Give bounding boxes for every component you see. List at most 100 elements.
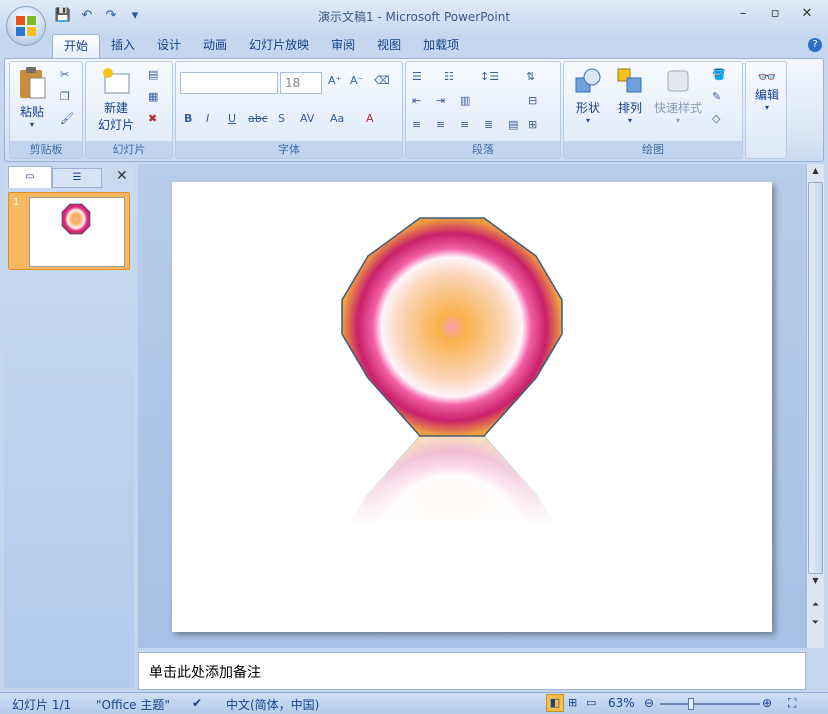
scroll-up-icon[interactable]: ▲ [808,166,823,180]
tab-addins[interactable]: 加载项 [412,34,470,58]
notes-placeholder[interactable]: 单击此处添加备注 [149,662,261,682]
shape-outline-icon[interactable]: ✎ [712,90,721,103]
font-size-dropdown[interactable]: 18 [280,72,322,94]
help-icon[interactable]: ? [808,38,822,52]
arrange-button[interactable]: 排列 ▾ [610,66,650,125]
increase-indent-icon[interactable]: ⇥ [436,94,445,107]
reset-icon[interactable]: ▦ [148,90,158,103]
decagon-shape[interactable] [172,182,772,655]
format-painter-icon[interactable]: 🖌 [60,112,74,125]
layout-icon[interactable]: ▤ [148,68,158,81]
tab-review[interactable]: 审阅 [320,34,366,58]
customize-qat-icon[interactable]: ▾ [126,8,144,23]
redo-icon[interactable]: ↷ [102,8,120,23]
maximize-button[interactable]: ▫ [762,6,788,24]
align-right-icon[interactable]: ≡ [460,118,469,131]
shape-fill-icon[interactable]: 🪣 [712,68,726,81]
close-button[interactable]: ✕ [794,6,820,24]
smartart-icon[interactable]: ⊞ [528,118,537,131]
group-label-drawing: 绘图 [564,141,742,158]
office-button[interactable] [6,6,46,46]
char-spacing-icon[interactable]: AV [300,112,314,125]
tab-insert[interactable]: 插入 [100,34,146,58]
distribute-icon[interactable]: ▤ [508,118,518,131]
group-font: 18 A⁺ A⁻ ⌫ B I U abc S AV Aa A 字体 [175,61,403,159]
font-name-dropdown[interactable] [180,72,278,94]
delete-slide-icon[interactable]: ✖ [148,112,157,125]
ribbon-tabs: 开始 插入 设计 动画 幻灯片放映 审阅 视图 加载项 [52,34,470,58]
tab-view[interactable]: 视图 [366,34,412,58]
tab-animation[interactable]: 动画 [192,34,238,58]
fit-window-icon[interactable]: ⛶ [788,696,796,711]
zoom-level[interactable]: 63% [608,696,635,710]
tab-slideshow[interactable]: 幻灯片放映 [238,34,320,58]
bullets-icon[interactable]: ☰ [412,70,422,83]
minimize-button[interactable]: – [730,6,756,24]
thumbnail-preview [29,197,125,267]
grow-font-icon[interactable]: A⁺ [328,74,341,87]
normal-view-icon[interactable]: ◧ [546,694,564,712]
chevron-down-icon: ▾ [764,103,769,112]
slides-tab-icon[interactable]: ▭ [8,166,52,188]
slide-canvas[interactable] [172,182,772,655]
tab-home[interactable]: 开始 [52,34,101,58]
scroll-thumb[interactable] [808,182,823,574]
paste-label: 粘贴 [19,105,44,119]
text-direction-icon[interactable]: ⇅ [526,70,535,83]
zoom-slider-thumb[interactable] [688,698,694,710]
zoom-in-icon[interactable]: ⊕ [762,696,772,710]
status-theme[interactable]: "Office 主题" [96,696,170,713]
new-slide-icon [103,68,130,94]
justify-icon[interactable]: ≣ [484,118,493,131]
tab-design[interactable]: 设计 [146,34,192,58]
font-color-icon[interactable]: A [366,112,374,125]
spellcheck-icon[interactable]: ✔ [192,696,202,710]
quick-styles-button[interactable]: 快速样式 ▾ [652,66,704,125]
undo-icon[interactable]: ↶ [78,8,96,23]
next-slide-icon[interactable]: ⏷ [808,618,823,632]
align-text-icon[interactable]: ⊟ [528,94,537,107]
slide-sorter-icon[interactable]: ⊞ [568,696,577,709]
shape-effects-icon[interactable]: ◇ [712,112,720,125]
slideshow-view-icon[interactable]: ▭ [586,696,596,709]
shrink-font-icon[interactable]: A⁻ [350,74,363,87]
status-bar: 幻灯片 1/1 "Office 主题" ✔ 中文(简体，中国) ◧ ⊞ ▭ 63… [0,692,828,714]
shadow-icon[interactable]: S [278,112,285,125]
numbering-icon[interactable]: ☷ [444,70,454,83]
save-icon[interactable]: 💾 [54,8,72,23]
strikethrough-icon[interactable]: abc [248,112,268,125]
chevron-down-icon: ▾ [585,116,590,125]
group-editing: 👓 编辑 ▾ [745,61,787,159]
zoom-slider[interactable] [660,703,760,705]
close-pane-icon[interactable]: ✕ [116,168,128,184]
quick-styles-icon [667,70,689,92]
paste-button[interactable]: 粘贴 ▾ [14,66,50,129]
bold-icon[interactable]: B [184,112,192,125]
prev-slide-icon[interactable]: ⏶ [808,600,823,614]
clear-format-icon[interactable]: ⌫ [374,74,390,87]
align-center-icon[interactable]: ≡ [436,118,445,131]
new-slide-label-1: 新建 [103,101,128,115]
status-language[interactable]: 中文(简体，中国) [226,696,319,713]
notes-pane[interactable]: 单击此处添加备注 [138,652,806,690]
shapes-button[interactable]: 形状 ▾ [568,66,608,125]
binoculars-icon: 👓 [757,68,777,86]
vertical-scrollbar[interactable]: ▲ ▼ ⏶ ⏷ [806,164,824,648]
align-left-icon[interactable]: ≡ [412,118,421,131]
new-slide-button[interactable]: 新建 幻灯片 [90,66,142,133]
change-case-icon[interactable]: Aa [330,112,344,125]
editing-button[interactable]: 👓 编辑 ▾ [748,68,786,112]
scroll-down-icon[interactable]: ▼ [808,576,823,590]
italic-icon[interactable]: I [206,112,209,125]
copy-icon[interactable]: ❐ [60,90,70,103]
group-clipboard: 粘贴 ▾ ✂ ❐ 🖌 剪贴板 [9,61,83,159]
cut-icon[interactable]: ✂ [60,68,69,81]
decrease-indent-icon[interactable]: ⇤ [412,94,421,107]
columns-icon[interactable]: ▥ [460,94,470,107]
outline-tab-icon[interactable]: ☰ [52,168,102,188]
underline-icon[interactable]: U [228,112,236,125]
line-spacing-icon[interactable]: ↕☰ [480,70,499,83]
group-slides: 新建 幻灯片 ▤ ▦ ✖ 幻灯片 [85,61,173,159]
slide-thumbnail[interactable]: 1 [8,192,130,270]
zoom-out-icon[interactable]: ⊖ [644,696,654,710]
